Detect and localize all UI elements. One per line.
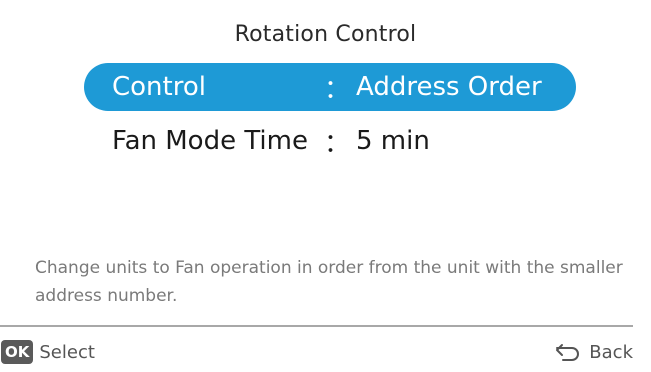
footer-divider xyxy=(0,325,633,327)
setting-row-fan-mode-time[interactable]: Fan Mode Time ： 5 min xyxy=(84,117,576,165)
page-title: Rotation Control xyxy=(234,22,417,47)
setting-value-control: Address Order xyxy=(356,72,542,102)
ok-key-icon: OK xyxy=(1,340,34,364)
footer-select-hint[interactable]: OK Select xyxy=(0,339,95,365)
rotation-control-screen: Rotation Control Control ： Address Order… xyxy=(0,0,651,372)
back-label: Back xyxy=(589,341,633,363)
setting-value-fan-mode-time: 5 min xyxy=(356,126,430,156)
setting-description: Change units to Fan operation in order f… xyxy=(35,258,623,306)
return-arrow-icon xyxy=(556,344,580,361)
setting-label-fan-mode-time: Fan Mode Time xyxy=(112,126,308,156)
setting-separator: ： xyxy=(324,128,351,159)
setting-row-control[interactable]: Control ： Address Order xyxy=(84,63,576,111)
setting-separator: ： xyxy=(324,74,351,105)
select-label: Select xyxy=(39,341,95,363)
back-button[interactable]: Back xyxy=(555,339,633,365)
setting-label-control: Control xyxy=(112,72,206,102)
